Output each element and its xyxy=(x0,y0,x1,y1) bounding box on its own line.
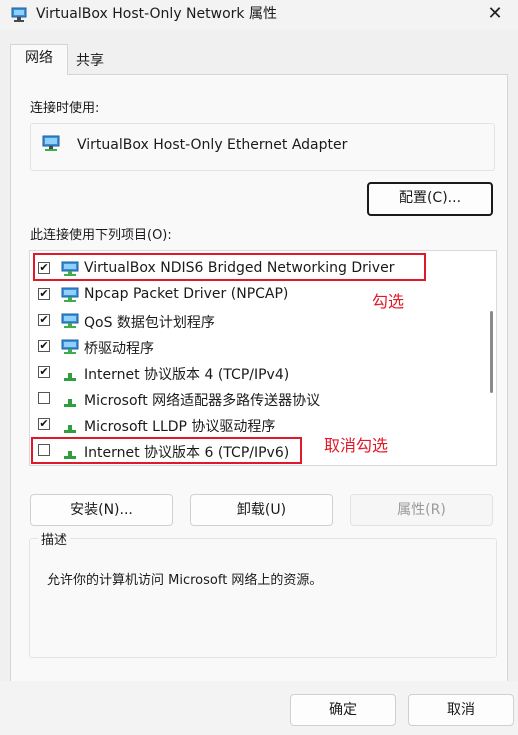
checkbox[interactable] xyxy=(38,392,50,404)
list-item[interactable]: Microsoft 网络适配器多路传送器协议 xyxy=(30,386,480,412)
protocol-icon xyxy=(64,399,76,407)
network-client-icon xyxy=(61,339,79,354)
network-adapter-icon xyxy=(42,135,60,151)
protocol-icon xyxy=(64,425,76,433)
annotation-uncheck: 取消勾选 xyxy=(324,436,389,455)
list-item-label: Microsoft LLDP 协议驱动程序 xyxy=(84,419,276,435)
ok-button[interactable]: 确定 xyxy=(290,694,396,726)
list-item[interactable]: ✔ Microsoft LLDP 协议驱动程序 xyxy=(30,412,480,438)
list-item-label: Npcap Packet Driver (NPCAP) xyxy=(84,286,289,302)
list-item-label: 桥驱动程序 xyxy=(84,341,154,357)
cancel-button[interactable]: 取消 xyxy=(408,694,514,726)
scrollbar-thumb[interactable] xyxy=(490,311,493,393)
network-client-icon xyxy=(61,287,79,302)
adapter-box: VirtualBox Host-Only Ethernet Adapter xyxy=(30,123,495,171)
checkbox[interactable]: ✔ xyxy=(38,366,50,378)
tab-sharing[interactable]: 共享 xyxy=(68,48,112,74)
window-title: VirtualBox Host-Only Network 属性 xyxy=(36,6,277,22)
list-item[interactable]: ✔ QoS 数据包计划程序 xyxy=(30,308,480,334)
title-bar: VirtualBox Host-Only Network 属性 ✕ xyxy=(0,0,518,30)
properties-dialog: VirtualBox Host-Only Network 属性 ✕ 网络 共享 … xyxy=(0,0,518,735)
list-item[interactable]: ✔ 桥驱动程序 xyxy=(30,334,480,360)
uninstall-button[interactable]: 卸载(U) xyxy=(190,494,333,526)
checkbox[interactable]: ✔ xyxy=(38,340,50,352)
install-button[interactable]: 安装(N)... xyxy=(30,494,173,526)
highlight-box-check xyxy=(33,253,426,281)
properties-button[interactable]: 属性(R) xyxy=(350,494,493,526)
checkbox[interactable]: ✔ xyxy=(38,314,50,326)
checkbox[interactable]: ✔ xyxy=(38,288,50,300)
network-adapter-icon xyxy=(11,7,27,22)
list-item[interactable]: ✔ Internet 协议版本 4 (TCP/IPv4) xyxy=(30,360,480,386)
list-item-label: Internet 协议版本 4 (TCP/IPv4) xyxy=(84,367,290,383)
annotation-check: 勾选 xyxy=(372,292,405,311)
tab-network[interactable]: 网络 xyxy=(10,44,68,75)
configure-button[interactable]: 配置(C)... xyxy=(367,182,493,216)
description-text: 允许你的计算机访问 Microsoft 网络上的资源。 xyxy=(47,573,323,588)
scrollbar[interactable] xyxy=(488,255,494,461)
protocol-icon xyxy=(64,373,76,381)
items-label: 此连接使用下列项目(O): xyxy=(30,228,172,243)
description-legend: 描述 xyxy=(38,529,71,548)
description-group: 描述 允许你的计算机访问 Microsoft 网络上的资源。 xyxy=(29,529,497,658)
list-item[interactable]: ✔ Npcap Packet Driver (NPCAP) xyxy=(30,282,480,308)
list-item-label: Microsoft 网络适配器多路传送器协议 xyxy=(84,393,321,409)
highlight-box-uncheck xyxy=(31,437,302,464)
connect-using-label: 连接时使用: xyxy=(30,101,100,116)
close-button[interactable]: ✕ xyxy=(472,0,518,30)
network-client-icon xyxy=(61,313,79,328)
items-list[interactable]: ✔ VirtualBox NDIS6 Bridged Networking Dr… xyxy=(29,250,497,466)
list-item-label: QoS 数据包计划程序 xyxy=(84,315,215,331)
checkbox[interactable]: ✔ xyxy=(38,418,50,430)
adapter-name: VirtualBox Host-Only Ethernet Adapter xyxy=(77,137,348,153)
